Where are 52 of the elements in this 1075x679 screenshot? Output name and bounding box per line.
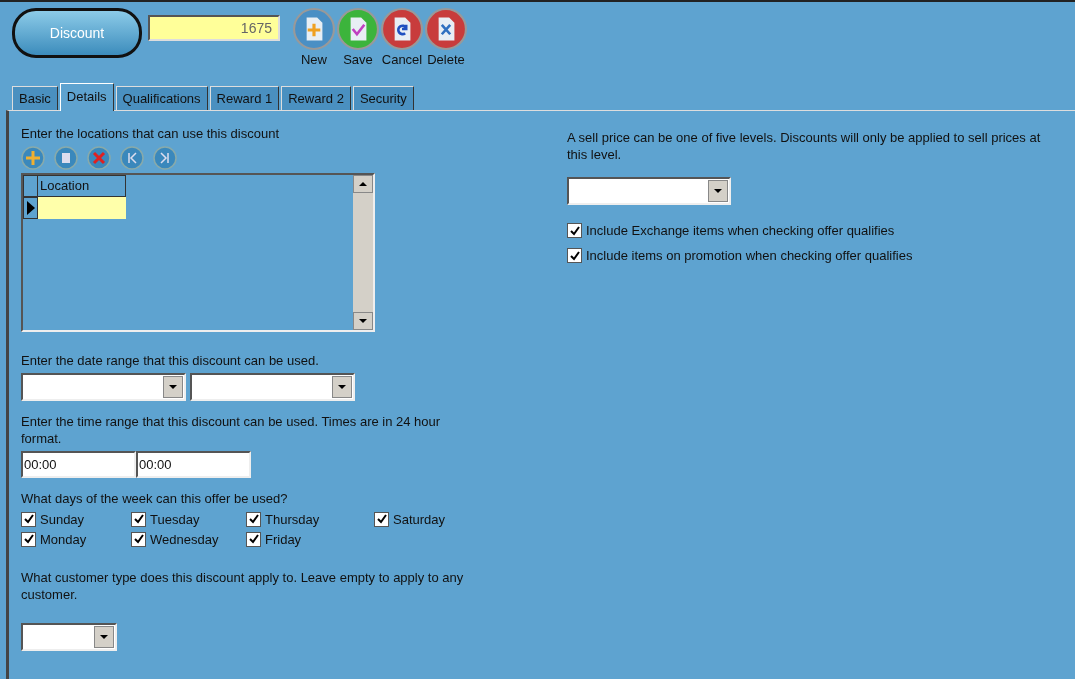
caret-icon xyxy=(169,385,177,389)
price-level-dropdown[interactable] xyxy=(567,177,731,205)
edit-button[interactable] xyxy=(54,146,78,170)
checkmark-icon xyxy=(569,250,580,261)
checkmark-icon xyxy=(23,514,34,524)
discount-title: Discount xyxy=(12,8,142,58)
day-checkbox[interactable]: Sunday xyxy=(21,509,131,529)
day-checkbox[interactable]: Monday xyxy=(21,529,131,549)
record-id-field[interactable]: 1675 xyxy=(148,15,280,41)
day-checkbox[interactable]: Friday xyxy=(246,529,374,549)
caret-icon xyxy=(100,635,108,639)
end-time-field[interactable]: 00:00 xyxy=(136,451,251,478)
checkmark-icon xyxy=(133,534,144,544)
tab[interactable]: Security xyxy=(352,86,414,110)
scroll-down-icon xyxy=(359,319,367,323)
scrollbar[interactable] xyxy=(353,175,373,330)
day-checkbox[interactable]: Tuesday xyxy=(131,509,246,529)
customer-type-dropdown[interactable] xyxy=(21,623,117,651)
option-checkbox[interactable]: Include Exchange items when checking offer qualifies xyxy=(567,223,1047,238)
date-range-prompt: Enter the date range that this discount can be used. xyxy=(21,352,320,369)
locations-prompt: Enter the locations that can use this discount xyxy=(21,125,280,142)
day-checkbox[interactable]: Wednesday xyxy=(131,529,246,549)
tab[interactable]: Basic xyxy=(12,86,58,110)
remove-button[interactable] xyxy=(87,146,111,170)
checkmark-icon xyxy=(23,534,34,544)
start-date-dropdown[interactable] xyxy=(21,373,186,401)
end-date-dropdown[interactable] xyxy=(190,373,355,401)
caret-icon xyxy=(338,385,346,389)
checkmark-icon xyxy=(376,514,387,524)
day-checkbox[interactable]: Thursday xyxy=(246,509,374,529)
option-checkbox[interactable]: Include items on promotion when checking offer qualifies xyxy=(567,248,1047,263)
checkmark-icon xyxy=(248,534,259,544)
time-range-prompt: Enter the time range that this discount can be used. Times are in 24 hour format. xyxy=(21,413,442,447)
tab[interactable]: Reward 2 xyxy=(281,86,351,110)
tab[interactable]: Reward 1 xyxy=(209,86,280,110)
checkmark-icon xyxy=(133,514,144,524)
day-checkbox[interactable]: Saturday xyxy=(374,509,494,529)
row-pointer-icon xyxy=(26,201,35,215)
first-button[interactable] xyxy=(120,146,144,170)
scroll-up-icon xyxy=(359,182,367,186)
checkmark-icon xyxy=(569,225,580,236)
days-prompt: What days of the week can this offer be used? xyxy=(21,490,289,507)
add-button[interactable] xyxy=(21,146,45,170)
checkmark-icon xyxy=(248,514,259,524)
start-time-field[interactable]: 00:00 xyxy=(21,451,136,478)
caret-icon xyxy=(714,189,722,193)
price-level-prompt: A sell price can be one of five levels. Discounts will only be applied to sell prices at this level. xyxy=(567,129,1042,163)
location-cell[interactable] xyxy=(38,197,126,219)
tab[interactable]: Details xyxy=(59,83,114,111)
last-button[interactable] xyxy=(153,146,177,170)
tab[interactable]: Qualifications xyxy=(115,86,208,110)
customer-type-prompt: What customer type does this discount apply to. Leave empty to apply to any customer. xyxy=(21,569,465,603)
